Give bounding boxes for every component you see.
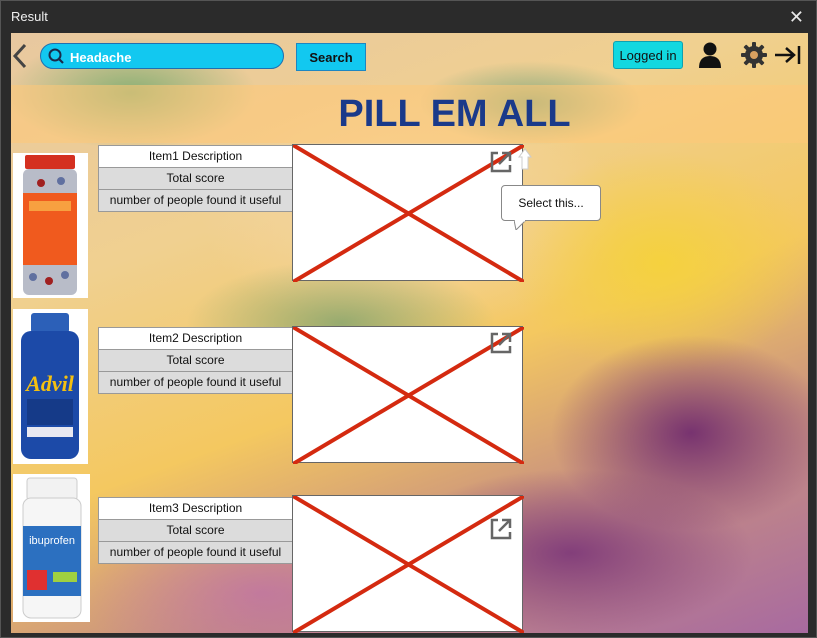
tooltip-tail (514, 220, 526, 230)
item-description: Item3 Description (98, 497, 293, 520)
item-total-score: Total score (98, 167, 293, 190)
logged-in-button[interactable]: Logged in (613, 41, 683, 69)
item-description: Item1 Description (98, 145, 293, 168)
open-external-icon[interactable] (488, 516, 514, 542)
item-description: Item2 Description (98, 327, 293, 350)
content-area: Search Logged in PILL EM ALL (11, 33, 808, 633)
gear-icon[interactable] (741, 42, 767, 68)
title-bar: Result ✕ (1, 1, 816, 33)
mouse-cursor-icon (518, 148, 532, 170)
svg-text:Advil: Advil (24, 371, 75, 396)
close-icon[interactable]: ✕ (789, 7, 804, 28)
item-total-score: Total score (98, 519, 293, 542)
tooltip: Select this... (501, 185, 601, 221)
open-external-icon[interactable] (488, 330, 514, 356)
app-title: PILL EM ALL (338, 93, 571, 135)
item-details-table: Item2 Description Total score number of … (98, 327, 293, 394)
svg-text:ibuprofen: ibuprofen (29, 535, 75, 547)
search-button[interactable]: Search (296, 43, 366, 71)
window-title: Result (11, 9, 48, 24)
item-useful-count: number of people found it useful (98, 189, 293, 212)
search-field[interactable] (40, 43, 284, 69)
chevron-left-icon[interactable] (11, 41, 33, 71)
search-input[interactable] (68, 47, 272, 67)
open-external-icon[interactable] (488, 149, 514, 175)
item-details-table: Item3 Description Total score number of … (98, 497, 293, 564)
search-icon (48, 48, 64, 64)
item-total-score: Total score (98, 349, 293, 372)
item-image-ibuprofen: ibuprofen (13, 474, 90, 622)
result-window: Result ✕ Search Logged in (0, 0, 817, 638)
exit-arrow-icon[interactable] (774, 44, 802, 66)
item-image-advil: Advil (13, 309, 88, 464)
user-icon[interactable] (697, 41, 723, 69)
item-details-table: Item1 Description Total score number of … (98, 145, 293, 212)
item-useful-count: number of people found it useful (98, 541, 293, 564)
item-useful-count: number of people found it useful (98, 371, 293, 394)
item-image-acetaminophen (13, 153, 88, 298)
